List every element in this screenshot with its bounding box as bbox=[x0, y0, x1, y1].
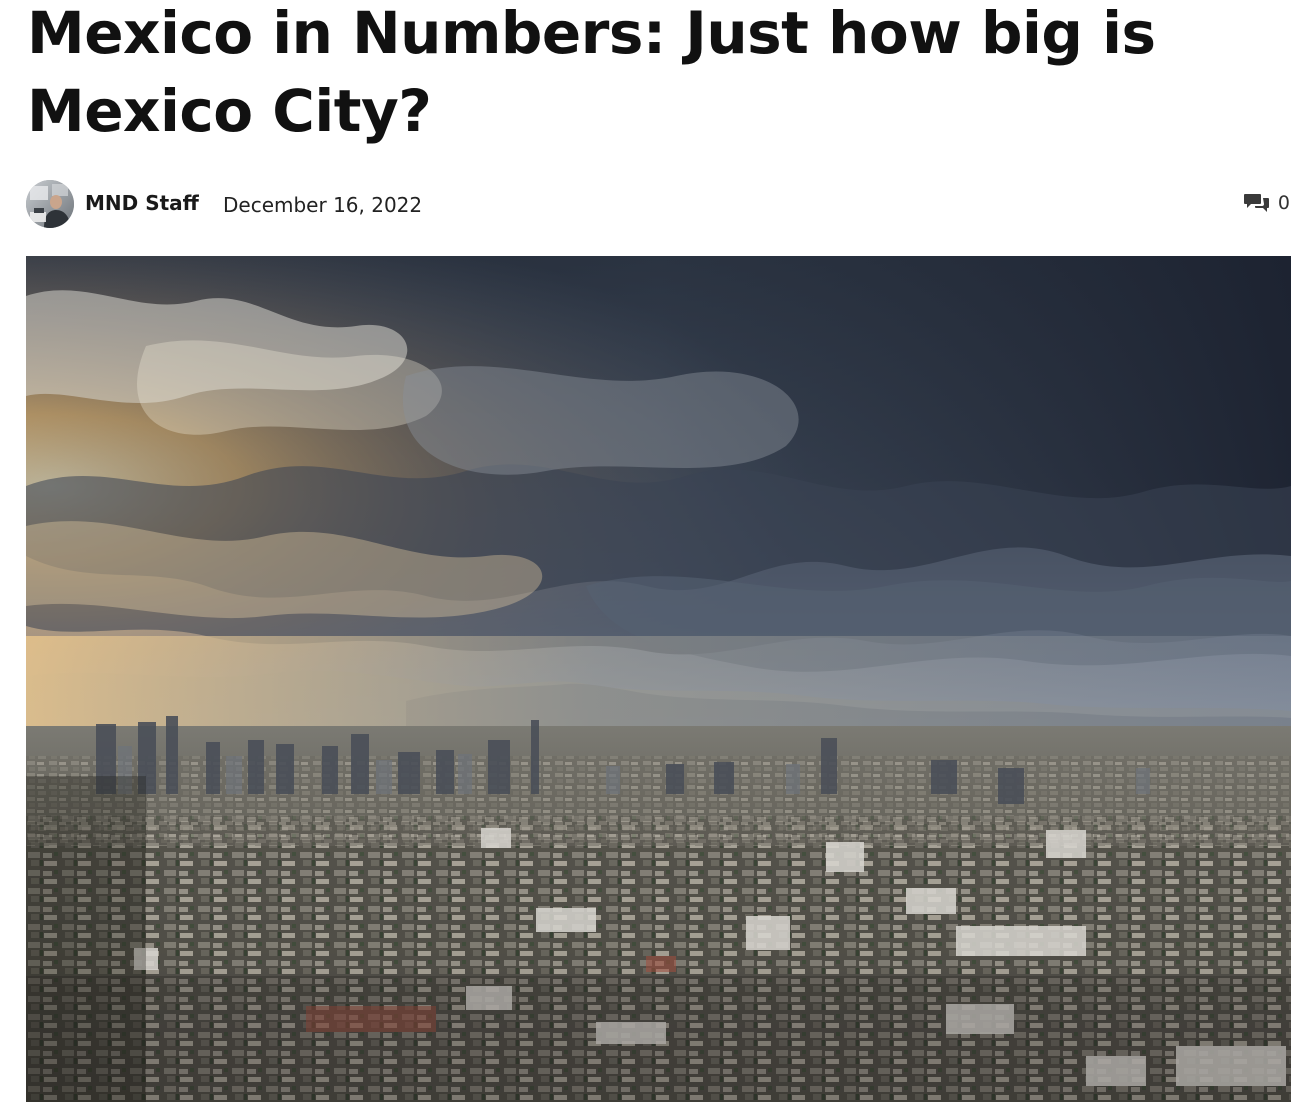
author-avatar[interactable] bbox=[26, 180, 74, 228]
comment-bubbles-icon bbox=[1243, 194, 1269, 212]
post-date: December 16, 2022 bbox=[223, 193, 423, 217]
author-name-link[interactable]: MND Staff bbox=[85, 191, 199, 215]
article-meta: MND Staff December 16, 2022 0 bbox=[26, 180, 1292, 228]
comments-link[interactable]: 0 bbox=[1243, 190, 1290, 216]
article-title: Mexico in Numbers: Just how big is Mexic… bbox=[27, 0, 1156, 145]
hero-image bbox=[26, 256, 1291, 1102]
mexico-city-skyline-photo bbox=[26, 256, 1291, 1102]
comment-count: 0 bbox=[1277, 192, 1290, 214]
avatar-photo-icon bbox=[26, 180, 74, 228]
